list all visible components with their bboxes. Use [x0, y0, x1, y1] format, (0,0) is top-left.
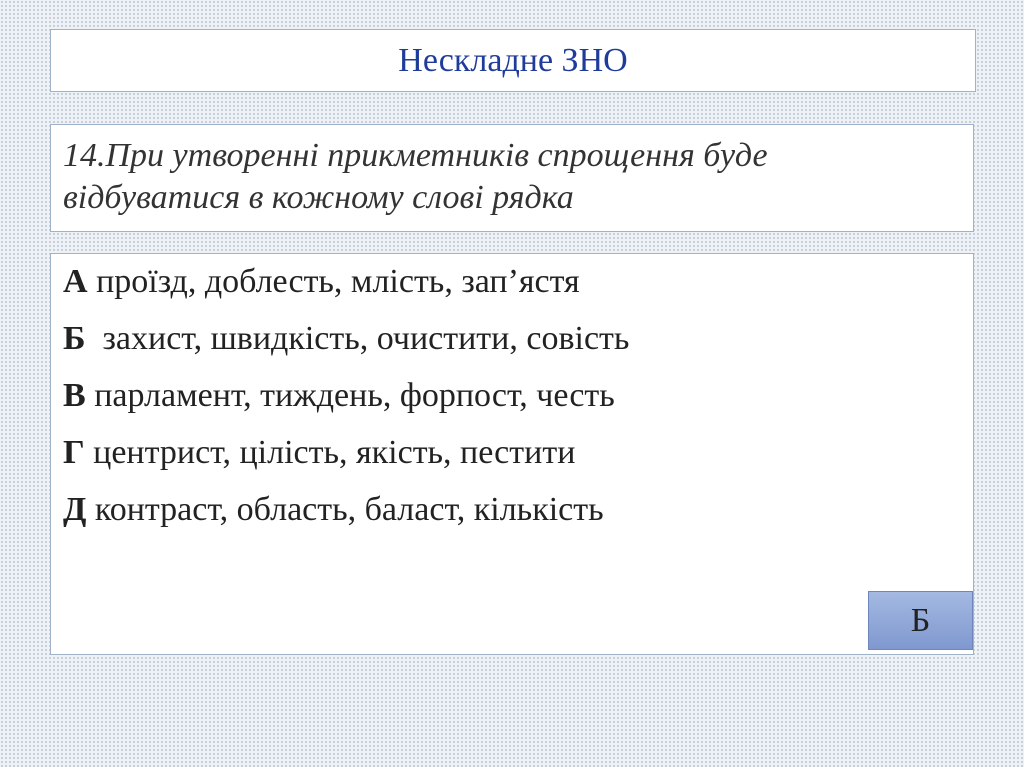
page-title: Нескладне ЗНО [398, 41, 628, 79]
option-letter: Д [63, 491, 87, 528]
option-letter: Г [63, 434, 85, 471]
option-text: контраст, область, баласт, кількість [86, 491, 604, 528]
option-text: центрист, цілість, якість, пестити [84, 434, 576, 471]
answers-box: А проїзд, доблесть, млість, зап’ястя Б з… [50, 253, 974, 655]
question-line-1: 14.При утворенні прикметників спрощення … [63, 137, 768, 174]
question-text: 14.При утворенні прикметників спрощення … [63, 135, 961, 219]
option-letter: В [63, 377, 86, 414]
option-text: захист, швидкість, очистити, совість [85, 320, 630, 357]
answer-button[interactable]: Б [868, 591, 973, 650]
title-box: Нескладне ЗНО [50, 29, 976, 92]
option-d: Д контраст, область, баласт, кількість [63, 490, 961, 530]
option-b: Б захист, швидкість, очистити, совість [63, 319, 961, 359]
option-text: парламент, тиждень, форпост, честь [85, 377, 615, 414]
question-box: 14.При утворенні прикметників спрощення … [50, 124, 974, 232]
option-letter: А [63, 263, 88, 300]
option-text: проїзд, доблесть, млість, зап’ястя [87, 263, 580, 300]
option-v: В парламент, тиждень, форпост, честь [63, 376, 961, 416]
option-h: Г центрист, цілість, якість, пестити [63, 433, 961, 473]
question-line-2: відбуватися в кожному слові рядка [63, 179, 574, 216]
option-a: А проїзд, доблесть, млість, зап’ястя [63, 262, 961, 302]
option-letter: Б [63, 320, 86, 357]
